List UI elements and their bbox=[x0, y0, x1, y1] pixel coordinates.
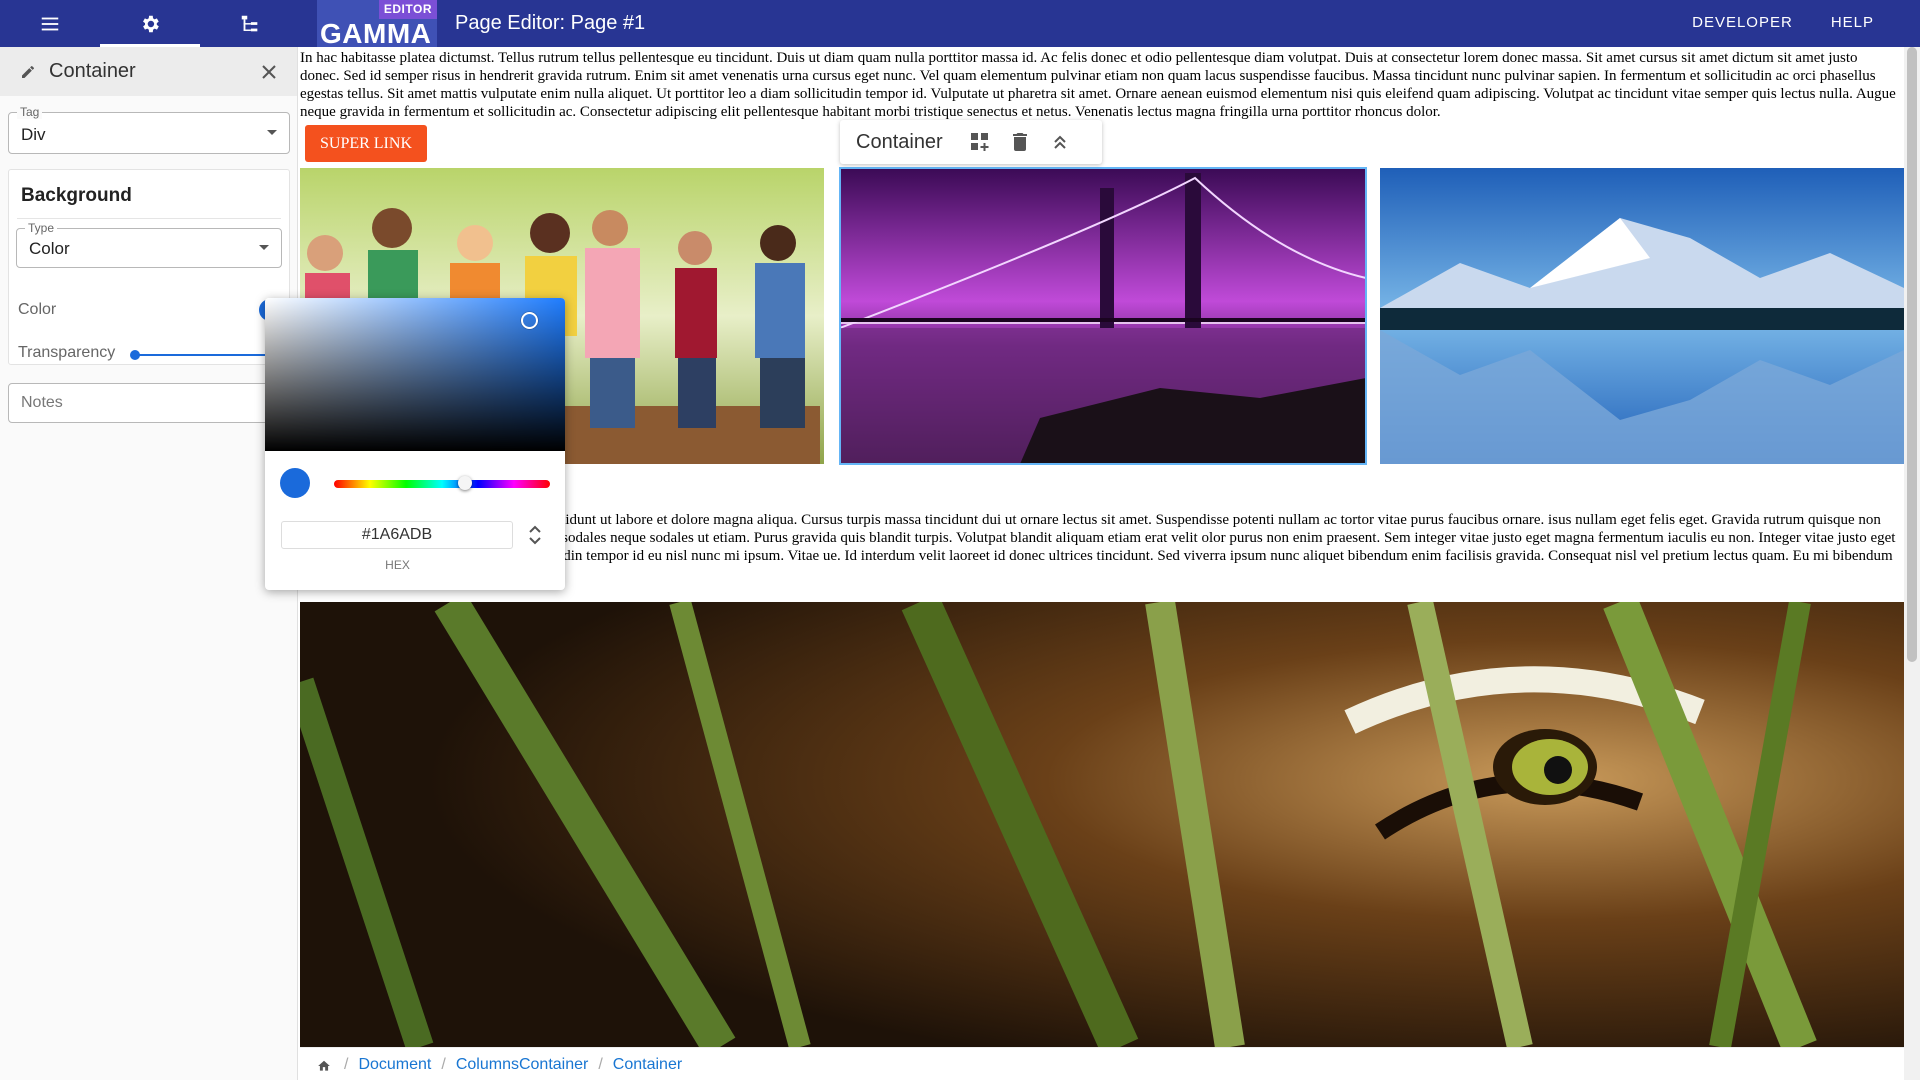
paragraph-1[interactable]: In hac habitasse platea dictumst. Tellus… bbox=[300, 49, 1900, 121]
hex-input[interactable] bbox=[281, 521, 513, 549]
panel-header: Container bbox=[0, 47, 297, 96]
image-bridge[interactable] bbox=[839, 167, 1367, 465]
panel-tabs bbox=[0, 0, 300, 47]
panel-title: Container bbox=[49, 60, 136, 82]
add-element-button[interactable] bbox=[968, 130, 992, 154]
gamma-logo[interactable]: GAMMA EDITOR bbox=[317, 0, 437, 49]
app-bar: GAMMA EDITOR Page Editor: Page #1 DEVELO… bbox=[0, 0, 1920, 49]
background-title: Background bbox=[21, 185, 132, 206]
notes-field[interactable]: Notes bbox=[8, 383, 290, 423]
tab-menu[interactable] bbox=[0, 0, 100, 47]
trash-icon bbox=[1013, 133, 1027, 151]
tab-settings[interactable] bbox=[100, 0, 200, 47]
tiger-image bbox=[300, 602, 1904, 1047]
hue-handle[interactable] bbox=[458, 476, 472, 490]
hex-label: HEX bbox=[385, 558, 410, 572]
add-grid-icon bbox=[971, 133, 989, 151]
image-tiger[interactable] bbox=[300, 602, 1904, 1047]
toolbar-label: Container bbox=[856, 131, 943, 153]
developer-link[interactable]: DEVELOPER bbox=[1692, 14, 1793, 31]
selection-toolbar: Container bbox=[840, 120, 1102, 164]
type-label: Type bbox=[25, 221, 58, 235]
breadcrumb-columns-container[interactable]: ColumnsContainer bbox=[456, 1056, 589, 1074]
help-link[interactable]: HELP bbox=[1831, 14, 1874, 31]
delete-button[interactable] bbox=[1008, 130, 1032, 154]
breadcrumb-separator: / bbox=[441, 1056, 446, 1073]
type-select[interactable]: Type Color bbox=[16, 221, 282, 268]
tag-label: Tag bbox=[17, 105, 43, 119]
close-icon[interactable] bbox=[259, 62, 279, 82]
saturation-area[interactable] bbox=[265, 298, 565, 451]
type-value: Color bbox=[29, 239, 70, 258]
vertical-scrollbar[interactable] bbox=[1904, 47, 1920, 1080]
breadcrumb-items: / Document / ColumnsContainer / Containe… bbox=[344, 1056, 682, 1074]
top-links: DEVELOPER HELP bbox=[1692, 14, 1874, 31]
unfold-icon bbox=[529, 525, 541, 545]
breadcrumb-separator: / bbox=[598, 1056, 603, 1073]
color-picker: HEX bbox=[265, 298, 565, 590]
logo-text: GAMMA bbox=[320, 18, 432, 49]
tree-icon bbox=[241, 15, 258, 31]
pencil-icon bbox=[22, 65, 34, 78]
chevron-double-up-icon bbox=[1054, 135, 1066, 149]
menu-icon bbox=[41, 17, 59, 30]
hue-slider[interactable] bbox=[334, 480, 550, 488]
image-mountains[interactable] bbox=[1380, 168, 1904, 464]
breadcrumb-separator: / bbox=[344, 1056, 349, 1073]
current-color-preview bbox=[280, 468, 310, 498]
chevron-down-icon bbox=[259, 245, 269, 250]
bridge-image bbox=[840, 168, 1366, 464]
tab-tree[interactable] bbox=[200, 0, 300, 47]
properties-panel: Container Tag Div Background Type Color … bbox=[0, 47, 298, 1080]
breadcrumb: / Document / ColumnsContainer / Containe… bbox=[300, 1047, 1904, 1080]
home-icon[interactable] bbox=[317, 1059, 331, 1073]
tag-select[interactable]: Tag Div bbox=[8, 105, 290, 154]
divider bbox=[17, 218, 281, 219]
transparency-label: Transparency bbox=[18, 344, 116, 361]
mountains-image bbox=[1380, 168, 1904, 464]
notes-placeholder: Notes bbox=[21, 394, 63, 411]
background-section: Background Type Color Color Transparency bbox=[8, 169, 295, 365]
super-link-button[interactable]: SUPER LINK bbox=[305, 125, 427, 162]
color-label: Color bbox=[18, 301, 57, 318]
page-title: Page Editor: Page #1 bbox=[455, 12, 646, 34]
chevron-down-icon bbox=[267, 130, 277, 135]
scrollbar-thumb[interactable] bbox=[1907, 47, 1917, 662]
editor-badge: EDITOR bbox=[378, 0, 437, 19]
select-parent-button[interactable] bbox=[1048, 130, 1072, 154]
format-toggle-button[interactable] bbox=[526, 522, 544, 548]
breadcrumb-container[interactable]: Container bbox=[613, 1056, 682, 1074]
saturation-handle[interactable] bbox=[521, 312, 538, 329]
breadcrumb-document[interactable]: Document bbox=[358, 1056, 431, 1074]
tag-value: Div bbox=[21, 125, 46, 144]
gear-icon bbox=[143, 15, 159, 32]
